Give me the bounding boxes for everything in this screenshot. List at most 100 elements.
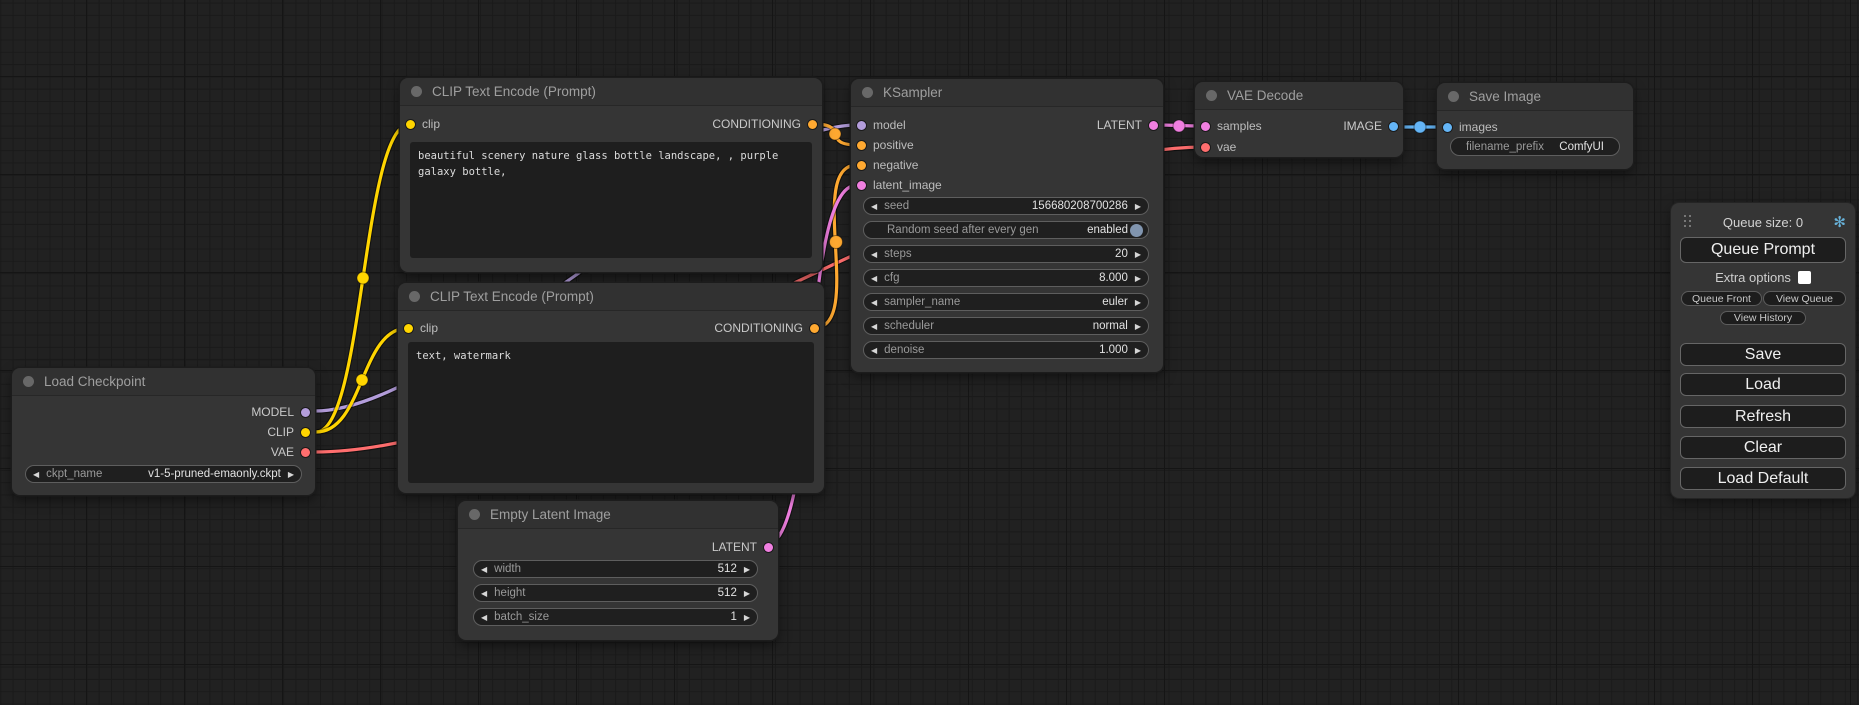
prev-value-icon[interactable]: ◀	[481, 589, 487, 598]
widget-value: euler	[1102, 296, 1128, 308]
node-title-bar[interactable]: CLIP Text Encode (Prompt)	[400, 78, 822, 106]
node-title-bar[interactable]: Empty Latent Image	[458, 501, 778, 529]
widget-label: batch_size	[494, 611, 549, 623]
next-value-icon[interactable]: ▶	[744, 589, 750, 598]
widget-value: v1-5-pruned-emaonly.ckpt	[148, 468, 281, 480]
model-port-dot[interactable]	[857, 121, 866, 130]
refresh-button[interactable]: Refresh	[1680, 405, 1846, 428]
collapse-dot-icon[interactable]	[1448, 91, 1459, 102]
node-title: Save Image	[1469, 89, 1541, 104]
image-port-dot[interactable]	[1443, 123, 1452, 132]
next-value-icon[interactable]: ▶	[744, 613, 750, 622]
link-dot[interactable]	[357, 272, 369, 284]
node-title: Empty Latent Image	[490, 507, 611, 522]
drag-handle-icon[interactable]	[1684, 215, 1686, 217]
cfg-widget[interactable]: ◀ cfg 8.000 ▶	[863, 269, 1149, 287]
prev-value-icon[interactable]: ◀	[871, 202, 877, 211]
link-dot[interactable]	[830, 236, 843, 249]
node-title: Load Checkpoint	[44, 374, 145, 389]
queue-prompt-button[interactable]: Queue Prompt	[1680, 237, 1846, 263]
next-value-icon[interactable]: ▶	[1135, 298, 1141, 307]
port-label: latent_image	[873, 178, 942, 192]
vae-port-dot[interactable]	[1201, 143, 1210, 152]
node-ksampler: KSampler model positive negative latent_…	[851, 79, 1163, 372]
collapse-dot-icon[interactable]	[409, 291, 420, 302]
clip-port-dot[interactable]	[406, 120, 415, 129]
height-widget[interactable]: ◀ height 512 ▶	[473, 584, 758, 602]
scheduler-widget[interactable]: ◀ scheduler normal ▶	[863, 317, 1149, 335]
prev-value-icon[interactable]: ◀	[481, 565, 487, 574]
next-value-icon[interactable]: ▶	[288, 470, 294, 479]
node-title-bar[interactable]: Save Image	[1437, 83, 1633, 111]
clip-port-dot[interactable]	[404, 324, 413, 333]
image-port-dot[interactable]	[1389, 122, 1398, 131]
latent-port-dot[interactable]	[1201, 122, 1210, 131]
denoise-widget[interactable]: ◀ denoise 1.000 ▶	[863, 341, 1149, 359]
output-port-clip: CLIP	[267, 423, 310, 441]
next-value-icon[interactable]: ▶	[1135, 250, 1141, 259]
link-dot[interactable]	[356, 374, 368, 386]
extra-options-checkbox[interactable]	[1798, 271, 1811, 284]
collapse-dot-icon[interactable]	[469, 509, 480, 520]
collapse-dot-icon[interactable]	[23, 376, 34, 387]
batch-size-widget[interactable]: ◀ batch_size 1 ▶	[473, 608, 758, 626]
load-default-button[interactable]: Load Default	[1680, 467, 1846, 490]
next-value-icon[interactable]: ▶	[744, 565, 750, 574]
link-dot[interactable]	[1173, 120, 1185, 132]
clip-port-dot[interactable]	[301, 428, 310, 437]
node-clip-text-encode-positive: CLIP Text Encode (Prompt) clip CONDITION…	[400, 78, 822, 272]
prev-value-icon[interactable]: ◀	[481, 613, 487, 622]
port-label: clip	[420, 321, 438, 335]
next-value-icon[interactable]: ▶	[1135, 346, 1141, 355]
seed-widget[interactable]: ◀ seed 156680208700286 ▶	[863, 197, 1149, 215]
conditioning-port-dot[interactable]	[810, 324, 819, 333]
conditioning-port-dot[interactable]	[808, 120, 817, 129]
steps-widget[interactable]: ◀ steps 20 ▶	[863, 245, 1149, 263]
node-graph-canvas[interactable]: Load Checkpoint MODEL CLIP VAE ◀ ckpt_na…	[0, 0, 1859, 705]
prev-value-icon[interactable]: ◀	[871, 250, 877, 259]
next-value-icon[interactable]: ▶	[1135, 322, 1141, 331]
prev-value-icon[interactable]: ◀	[871, 298, 877, 307]
link-dot[interactable]	[1414, 121, 1426, 133]
node-title: CLIP Text Encode (Prompt)	[432, 84, 596, 99]
link-dot[interactable]	[829, 128, 841, 140]
latent-port-dot[interactable]	[1149, 121, 1158, 130]
collapse-dot-icon[interactable]	[411, 86, 422, 97]
node-title-bar[interactable]: Load Checkpoint	[12, 368, 315, 396]
load-button[interactable]: Load	[1680, 373, 1846, 396]
ckpt-name-widget[interactable]: ◀ ckpt_name v1-5-pruned-emaonly.ckpt ▶	[25, 465, 302, 483]
toggle-enabled-icon[interactable]	[1130, 224, 1143, 237]
port-label: clip	[422, 117, 440, 131]
node-title-bar[interactable]: KSampler	[851, 79, 1163, 107]
conditioning-port-dot[interactable]	[857, 161, 866, 170]
prev-value-icon[interactable]: ◀	[871, 346, 877, 355]
positive-prompt-textarea[interactable]: beautiful scenery nature glass bottle la…	[410, 142, 812, 258]
view-history-button[interactable]: View History	[1720, 311, 1806, 325]
next-value-icon[interactable]: ▶	[1135, 202, 1141, 211]
width-widget[interactable]: ◀ width 512 ▶	[473, 560, 758, 578]
negative-prompt-textarea[interactable]: text, watermark	[408, 342, 814, 483]
view-queue-button[interactable]: View Queue	[1763, 291, 1846, 306]
extra-options-label: Extra options	[1715, 270, 1791, 285]
widget-value: enabled	[1087, 224, 1128, 236]
collapse-dot-icon[interactable]	[862, 87, 873, 98]
vae-port-dot[interactable]	[301, 448, 310, 457]
conditioning-port-dot[interactable]	[857, 141, 866, 150]
sampler-name-widget[interactable]: ◀ sampler_name euler ▶	[863, 293, 1149, 311]
latent-port-dot[interactable]	[764, 543, 773, 552]
settings-gear-icon[interactable]: ✻	[1833, 213, 1846, 231]
queue-front-button[interactable]: Queue Front	[1681, 291, 1762, 306]
latent-port-dot[interactable]	[857, 181, 866, 190]
model-port-dot[interactable]	[301, 408, 310, 417]
next-value-icon[interactable]: ▶	[1135, 274, 1141, 283]
prev-value-icon[interactable]: ◀	[33, 470, 39, 479]
node-title-bar[interactable]: VAE Decode	[1195, 82, 1403, 110]
clear-button[interactable]: Clear	[1680, 436, 1846, 459]
prev-value-icon[interactable]: ◀	[871, 274, 877, 283]
random-seed-toggle-widget[interactable]: Random seed after every gen enabled	[863, 221, 1149, 239]
save-button[interactable]: Save	[1680, 343, 1846, 366]
prev-value-icon[interactable]: ◀	[871, 322, 877, 331]
collapse-dot-icon[interactable]	[1206, 90, 1217, 101]
filename-prefix-widget[interactable]: filename_prefix ComfyUI	[1450, 137, 1620, 156]
node-title-bar[interactable]: CLIP Text Encode (Prompt)	[398, 283, 824, 311]
